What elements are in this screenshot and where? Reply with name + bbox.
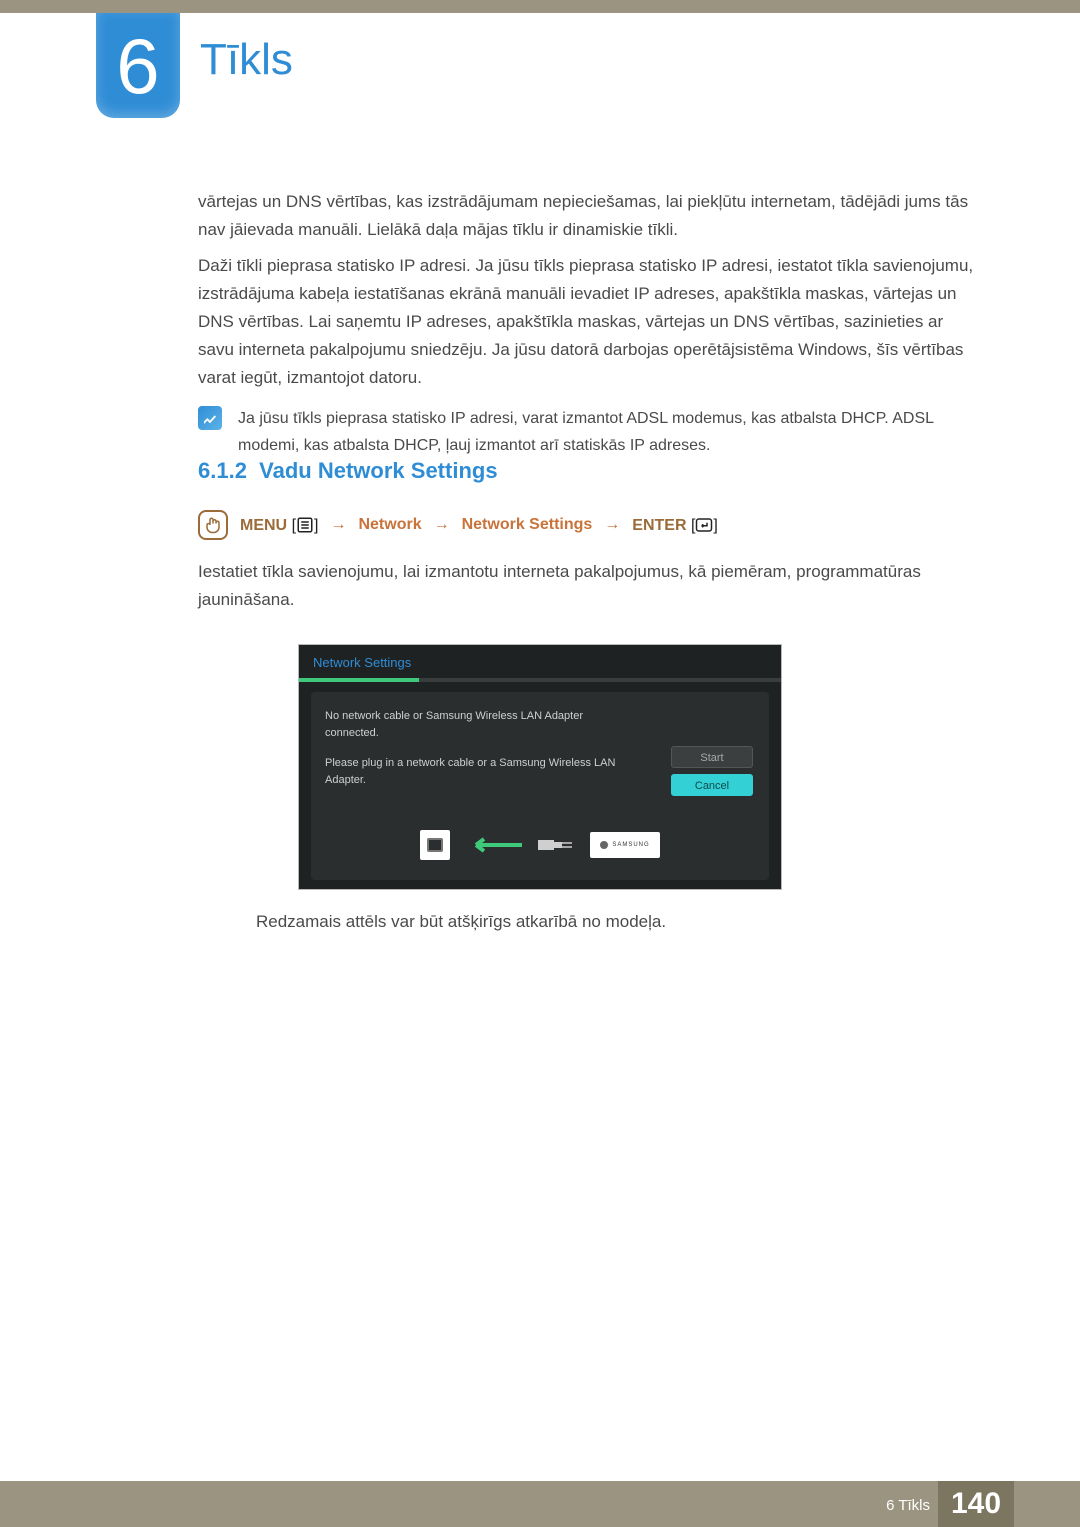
ns-title: Network Settings <box>299 645 781 678</box>
network-settings-screenshot: Network Settings No network cable or Sam… <box>298 644 782 890</box>
ethernet-port-icon <box>420 830 450 860</box>
nav-arrow-2: → <box>434 516 450 534</box>
enter-glyph-icon <box>695 516 713 534</box>
ns-buttons: Start Cancel <box>671 746 753 802</box>
menu-glyph-icon <box>296 516 314 534</box>
note-text: Ja jūsu tīkls pieprasa statisko IP adres… <box>238 406 980 459</box>
note-block: Ja jūsu tīkls pieprasa statisko IP adres… <box>198 406 980 459</box>
page-number-box: 140 <box>938 1481 1014 1527</box>
nav-network-label: Network <box>358 516 421 534</box>
image-caption: Redzamais attēls var būt atšķirīgs atkar… <box>256 912 666 932</box>
ns-start-button[interactable]: Start <box>671 746 753 768</box>
section-number: 6.1.2 <box>198 458 247 483</box>
nav-enter-label: ENTER [] <box>632 516 718 535</box>
paragraph-2: Daži tīkli pieprasa statisko IP adresi. … <box>198 252 980 392</box>
page-number: 140 <box>951 1487 1001 1521</box>
chapter-number: 6 <box>116 27 159 105</box>
wireless-adapter-icon: SAMSUNG <box>590 832 660 858</box>
note-icon <box>198 406 222 430</box>
chapter-badge: 6 <box>96 13 180 118</box>
nav-network-settings-label: Network Settings <box>462 516 593 534</box>
chapter-title: Tīkls <box>200 35 293 85</box>
ns-inner-panel: No network cable or Samsung Wireless LAN… <box>311 692 769 880</box>
nav-arrow-1: → <box>330 516 346 534</box>
top-bar <box>0 0 1080 13</box>
plug-icon <box>538 836 574 854</box>
section-title: Vadu Network Settings <box>259 458 497 483</box>
ns-progress-bar <box>299 678 781 682</box>
footer-chapter-label: 6 Tīkls <box>886 1497 930 1514</box>
ns-message-1: No network cable or Samsung Wireless LAN… <box>325 708 625 741</box>
section-heading: 6.1.2 Vadu Network Settings <box>198 458 498 484</box>
paragraph-3: Iestatiet tīkla savienojumu, lai izmanto… <box>198 558 980 614</box>
ns-diagram: SAMSUNG <box>311 822 769 868</box>
arrow-left-icon <box>466 835 522 855</box>
hand-icon <box>198 510 228 540</box>
ns-cancel-button[interactable]: Cancel <box>671 774 753 796</box>
nav-arrow-3: → <box>604 516 620 534</box>
adapter-brand-label: SAMSUNG <box>612 841 649 850</box>
ns-message-2: Please plug in a network cable or a Sams… <box>325 755 625 788</box>
paragraph-1: vārtejas un DNS vērtības, kas izstrādāju… <box>198 188 980 244</box>
body-content: vārtejas un DNS vērtības, kas izstrādāju… <box>198 188 980 459</box>
menu-path-row: MENU [] → Network → Network Settings → E… <box>198 510 980 540</box>
nav-menu-label: MENU [] <box>240 516 318 535</box>
